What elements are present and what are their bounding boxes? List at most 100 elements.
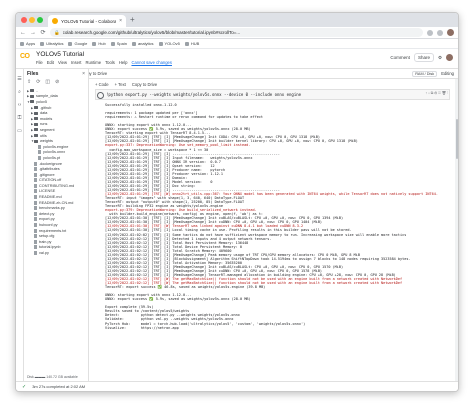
folder-icon bbox=[34, 106, 38, 110]
file-tree-label: yolov5s.onnx bbox=[43, 150, 66, 155]
file-icon bbox=[34, 172, 37, 177]
menu-item-runtime[interactable]: Runtime bbox=[85, 60, 101, 65]
file-tree-label: tutorial.ipynb bbox=[39, 245, 61, 250]
back-icon[interactable]: ← bbox=[20, 30, 26, 36]
cell-copy-drive-button[interactable]: Copy to Drive bbox=[132, 82, 157, 87]
notebook-title[interactable]: YOLOv5 Tutorial bbox=[36, 51, 84, 58]
folder-icon bbox=[34, 139, 38, 143]
file-tree-label: .dockerignore bbox=[39, 161, 63, 166]
bookmark-item[interactable]: HUB bbox=[184, 41, 200, 46]
file-icon bbox=[34, 206, 37, 211]
file-tree-label: yolov5s.pt bbox=[43, 155, 61, 160]
folder-icon bbox=[34, 111, 38, 115]
scrollbar[interactable] bbox=[455, 79, 458, 381]
bookmark-item[interactable]: Hub bbox=[92, 41, 106, 46]
tab-close-icon[interactable]: × bbox=[119, 18, 122, 24]
file-tree-label: benchmarks.py bbox=[39, 206, 65, 211]
scrollbar-thumb[interactable] bbox=[455, 119, 458, 159]
bookmark-icon bbox=[92, 41, 97, 46]
notebook-cells: + Code + Text Copy to Drive !python expo… bbox=[89, 79, 458, 381]
cell-add-text-button[interactable]: + Text bbox=[115, 82, 126, 87]
file-tree-label: yolov5s.engine bbox=[43, 144, 69, 149]
bookmark-item[interactable]: Apps bbox=[20, 41, 35, 46]
extension-icon[interactable] bbox=[427, 29, 433, 36]
bookmark-label: HUB bbox=[190, 41, 200, 46]
file-icon bbox=[34, 251, 37, 256]
upload-icon[interactable]: ⇪ bbox=[27, 79, 31, 85]
execution-status[interactable]: 3m 27s completed at 2:02 AM bbox=[32, 384, 85, 389]
menu-item-insert[interactable]: Insert bbox=[71, 60, 81, 65]
menu-item-help[interactable]: Help bbox=[119, 60, 128, 65]
hide-icon[interactable]: ⊘ bbox=[55, 79, 59, 85]
toc-icon[interactable]: ☰ bbox=[17, 77, 21, 82]
toolbar-right: RAM / Disk Editing bbox=[412, 70, 454, 77]
file-tree: ▶.. ▶ sample_data ▼ yolov5 ▶ .github ▶ data ▶ mode… bbox=[24, 88, 88, 256]
code-icon[interactable]: ‹› bbox=[18, 103, 21, 108]
cell-actions[interactable]: ↑ ↓ ⧉ ⚙ ◫ 🗑 ⋮ bbox=[425, 91, 448, 95]
window-close-button[interactable] bbox=[21, 17, 27, 23]
browser-window: YOLOv5 Tutorial - Colaborato... × + ← → … bbox=[15, 12, 459, 392]
extension-icon[interactable] bbox=[437, 29, 443, 36]
completed-check-icon: ✓ bbox=[22, 383, 27, 390]
files-close-icon[interactable]: × bbox=[82, 71, 85, 77]
menu-item-edit[interactable]: Edit bbox=[47, 60, 54, 65]
editing-mode-button[interactable]: Editing bbox=[441, 71, 454, 76]
folder-icon[interactable]: ▭ bbox=[17, 129, 22, 134]
bookmark-item[interactable]: Google bbox=[68, 41, 87, 46]
bookmark-item[interactable]: Ultralytics bbox=[40, 41, 63, 46]
refresh-icon[interactable]: ⟳ bbox=[36, 79, 40, 85]
window-maximize-button[interactable] bbox=[37, 17, 43, 23]
file-tree-label: LICENSE bbox=[39, 189, 56, 194]
file-icon bbox=[34, 200, 37, 205]
run-cell-icon[interactable] bbox=[97, 91, 104, 99]
bookmark-icon bbox=[158, 41, 163, 46]
reload-icon[interactable]: ⟳ bbox=[40, 29, 46, 36]
user-avatar[interactable] bbox=[446, 54, 453, 61]
bookmark-label: analytics bbox=[137, 41, 154, 46]
search-icon[interactable]: ⌕ bbox=[18, 90, 21, 95]
share-button[interactable]: Share bbox=[413, 53, 434, 62]
file-tree-label: CONTRIBUTING.md bbox=[39, 183, 75, 188]
cell-add-code-button[interactable]: + Code bbox=[95, 82, 109, 87]
mount-drive-icon[interactable]: ◫ bbox=[45, 79, 50, 85]
cell-toolbar: + Code + Text Copy to Drive bbox=[95, 82, 157, 87]
window-minimize-button[interactable] bbox=[29, 17, 35, 23]
ram-disk-indicator[interactable]: RAM / Disk bbox=[412, 70, 438, 77]
colab-favicon-icon bbox=[52, 18, 58, 24]
cell-output: Successfully installed onnx-1.12.0 requi… bbox=[105, 103, 450, 379]
files-toolbar: ⇪ ⟳ ◫ ⊘ bbox=[27, 79, 59, 85]
key-icon[interactable]: ⚿ bbox=[18, 116, 22, 121]
file-tree-item[interactable]: val.py bbox=[24, 250, 88, 256]
file-icon bbox=[34, 189, 37, 194]
folder-icon bbox=[30, 89, 34, 93]
tab-title: YOLOv5 Tutorial - Colaborato... bbox=[61, 18, 116, 24]
new-tab-button[interactable]: + bbox=[130, 16, 135, 24]
bookmark-label: Hub bbox=[98, 41, 106, 46]
cannot-save-link[interactable]: Cannot save changes bbox=[131, 60, 172, 65]
file-icon bbox=[34, 211, 37, 216]
code-cell-source[interactable]: !python export.py --weights weights/yolo… bbox=[106, 92, 301, 97]
file-tree-label: export.py bbox=[39, 217, 55, 222]
settings-gear-icon[interactable]: ⚙ bbox=[438, 55, 442, 61]
notebook-toolbar: + Code + Text Copy to Drive RAM / Disk E… bbox=[41, 69, 458, 79]
menu-item-tools[interactable]: Tools bbox=[105, 60, 115, 65]
menu-item-view[interactable]: View bbox=[58, 60, 67, 65]
file-tree-label: detect.py bbox=[39, 211, 55, 216]
profile-avatar[interactable] bbox=[447, 29, 454, 36]
files-panel-title: Files bbox=[27, 71, 39, 77]
forward-icon[interactable]: → bbox=[30, 30, 36, 36]
colab-logo[interactable]: CO bbox=[20, 53, 30, 60]
comment-button[interactable]: Comment bbox=[390, 55, 410, 60]
browser-tab-active[interactable]: YOLOv5 Tutorial - Colaborato... × bbox=[48, 15, 126, 27]
menu-item-file[interactable]: File bbox=[36, 60, 43, 65]
bookmark-item[interactable]: analytics bbox=[131, 41, 154, 46]
code-cell[interactable]: !python export.py --weights weights/yolo… bbox=[95, 89, 450, 100]
url-input[interactable]: 🔒 colab.research.google.com/github/ultra… bbox=[50, 28, 423, 37]
header-actions: Comment Share ⚙ bbox=[390, 53, 453, 62]
folder-icon bbox=[34, 134, 38, 138]
bookmark-item[interactable]: Spain bbox=[110, 41, 127, 46]
bookmark-icon bbox=[20, 41, 24, 46]
file-tree-label: .gitignore bbox=[39, 172, 55, 177]
bookmark-item[interactable]: YOLOv5 bbox=[158, 41, 180, 46]
lock-icon: 🔒 bbox=[54, 29, 60, 35]
